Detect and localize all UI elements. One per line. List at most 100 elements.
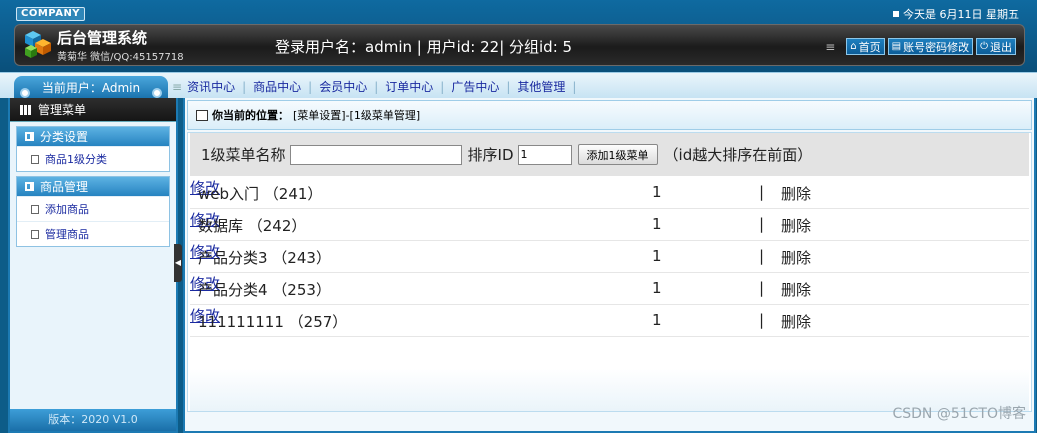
main-panel: 你当前的位置： [菜单设置]-[1级菜单管理] 1级菜单名称 排序ID 添加1级… — [183, 98, 1036, 433]
logout-button[interactable]: ⏻ 退出 — [976, 38, 1016, 55]
nav-item-members[interactable]: 会员中心 — [319, 78, 367, 95]
menu-sort: 1 — [652, 279, 662, 297]
delete-link[interactable]: 删除 — [781, 247, 811, 268]
date-text: 今天是 6月11日 星期五 — [903, 8, 1019, 21]
sidebar-title: 管理菜单 — [38, 103, 87, 117]
account-button-label: 账号密码修改 — [903, 40, 970, 54]
action-separator: | — [759, 183, 765, 201]
nav-separator: | — [242, 79, 247, 94]
sidebar-header: 管理菜单 — [10, 98, 176, 122]
account-password-button[interactable]: ▤ 账号密码修改 — [887, 38, 974, 55]
home-button-label: 首页 — [858, 40, 881, 54]
group-title-label: 分类设置 — [40, 130, 89, 144]
table-row: 111111111 （257） 1 修改 | 删除 — [190, 305, 1029, 337]
delete-link[interactable]: 删除 — [781, 215, 811, 236]
nav-separator: | — [572, 79, 577, 94]
nav-separator: | — [308, 79, 313, 94]
system-title: 后台管理系统 — [57, 29, 148, 47]
add-menu-button[interactable]: 添加1级菜单 — [577, 144, 658, 165]
group-title[interactable]: 分类设置 — [17, 127, 169, 146]
nav-item-other[interactable]: 其他管理 — [517, 78, 565, 95]
action-separator: | — [759, 311, 765, 329]
action-separator: | — [759, 279, 765, 297]
menu-name-input[interactable] — [289, 144, 462, 165]
delete-link[interactable]: 删除 — [781, 183, 811, 204]
power-icon: ⏻ — [980, 41, 988, 52]
nav-item-ads[interactable]: 广告中心 — [451, 78, 499, 95]
cubes-logo-icon — [25, 31, 51, 58]
watermark: CSDN @51CTO博客 — [892, 406, 1026, 422]
menu-name: 产品分类3 （243） — [198, 249, 331, 267]
table-row: 数据库 （242） 1 修改 | 删除 — [190, 209, 1029, 241]
breadcrumb-path: [菜单设置]-[1级菜单管理] — [293, 109, 421, 122]
pin-icon — [20, 88, 30, 98]
pin-icon — [152, 88, 162, 98]
breadcrumb-label: 你当前的位置： — [212, 109, 289, 122]
sidebar-item-label[interactable]: 管理商品 — [45, 226, 89, 242]
page-icon — [31, 154, 39, 164]
sidebar: 管理菜单 分类设置 商品1级分类 商品管理 添加商品 管理商品 版本：2020 … — [8, 98, 178, 433]
action-separator: | — [759, 247, 765, 265]
author-info: 黄菊华 微信/QQ:45157718 — [57, 52, 184, 63]
logout-button-label: 退出 — [990, 40, 1012, 54]
lines-icon: ≡ — [825, 39, 836, 54]
sidebar-item-category-level1[interactable]: 商品1级分类 — [17, 146, 169, 171]
name-label: 1级菜单名称 — [201, 146, 286, 164]
sidebar-item-add-product[interactable]: 添加商品 — [17, 196, 169, 221]
nav-separator: | — [440, 79, 445, 94]
top-nav: ≡ ⌂ 首页 ▤ 账号密码修改 ⏻ 退出 — [825, 38, 1016, 55]
nav-bar: 当前用户：Admin ≡ 资讯中心 | 商品中心 | 会员中心 | 订单中心 | 广告中… — [0, 72, 1037, 98]
nav-item-orders[interactable]: 订单中心 — [385, 78, 433, 95]
page-icon — [31, 229, 39, 239]
header: COMPANY 今天是 6月11日 星期五 后台管理系统 黄菊华 微信/QQ:4… — [0, 0, 1037, 72]
nav-item-products[interactable]: 商品中心 — [253, 78, 301, 95]
date-info: 今天是 6月11日 星期五 — [893, 6, 1019, 22]
admin-page: COMPANY 今天是 6月11日 星期五 后台管理系统 黄菊华 微信/QQ:4… — [0, 0, 1037, 433]
sort-label: 排序ID — [467, 146, 514, 164]
nav-separator: | — [374, 79, 379, 94]
nav-links: ≡ 资讯中心 | 商品中心 | 会员中心 | 订单中心 | 广告中心 | 其他管理 | — [172, 78, 583, 95]
book-icon — [25, 132, 34, 141]
menu-name: 数据库 （242） — [198, 217, 307, 235]
table-row: web入门 （241） 1 修改 | 删除 — [190, 177, 1029, 209]
square-icon — [893, 11, 899, 17]
current-user-tab: 当前用户：Admin — [14, 76, 168, 98]
nav-separator: | — [506, 79, 511, 94]
add-menu-form: 1级菜单名称 排序ID 添加1级菜单 （id越大排序在前面） — [190, 133, 1029, 176]
login-info: 登录用户名：admin | 用户id: 22| 分组id: 5 — [275, 38, 573, 56]
grid-icon — [20, 104, 32, 115]
top-bar: 后台管理系统 黄菊华 微信/QQ:45157718 登录用户名：admin | … — [14, 24, 1025, 66]
menu-sort: 1 — [652, 247, 662, 265]
current-user-label: 当前用户：Admin — [41, 81, 141, 95]
menu-name: 产品分类4 （253） — [198, 281, 331, 299]
home-button[interactable]: ⌂ 首页 — [846, 38, 885, 55]
home-icon: ⌂ — [850, 41, 857, 52]
sidebar-item-label[interactable]: 添加商品 — [45, 201, 89, 217]
group-title-label: 商品管理 — [40, 180, 89, 194]
group-title[interactable]: 商品管理 — [17, 177, 169, 196]
table-row: 产品分类4 （253） 1 修改 | 删除 — [190, 273, 1029, 305]
menu-sort: 1 — [652, 215, 662, 233]
content-area: 1级菜单名称 排序ID 添加1级菜单 （id越大排序在前面） web入门 （24… — [187, 132, 1032, 412]
version-label: 版本：2020 V1.0 — [10, 409, 176, 431]
page-icon — [31, 204, 39, 214]
sidebar-group-category: 分类设置 商品1级分类 — [16, 126, 170, 172]
sort-id-input[interactable] — [517, 144, 572, 165]
window-icon — [196, 109, 208, 121]
sidebar-group-products: 商品管理 添加商品 管理商品 — [16, 176, 170, 247]
table-row: 产品分类3 （243） 1 修改 | 删除 — [190, 241, 1029, 273]
sidebar-item-label[interactable]: 商品1级分类 — [45, 151, 107, 167]
delete-link[interactable]: 删除 — [781, 311, 811, 332]
breadcrumb: 你当前的位置： [菜单设置]-[1级菜单管理] — [187, 100, 1032, 130]
nav-item-news[interactable]: 资讯中心 — [187, 78, 235, 95]
sidebar-item-manage-products[interactable]: 管理商品 — [17, 221, 169, 246]
menu-sort: 1 — [652, 311, 662, 329]
menu-sort: 1 — [652, 183, 662, 201]
delete-link[interactable]: 删除 — [781, 279, 811, 300]
account-icon: ▤ — [891, 41, 902, 52]
lines-icon: ≡ — [172, 79, 183, 94]
menu-name: web入门 （241） — [198, 185, 323, 203]
sort-hint: （id越大排序在前面） — [663, 146, 813, 164]
action-separator: | — [759, 215, 765, 233]
sidebar-collapse-handle[interactable]: ◀ — [174, 244, 182, 282]
